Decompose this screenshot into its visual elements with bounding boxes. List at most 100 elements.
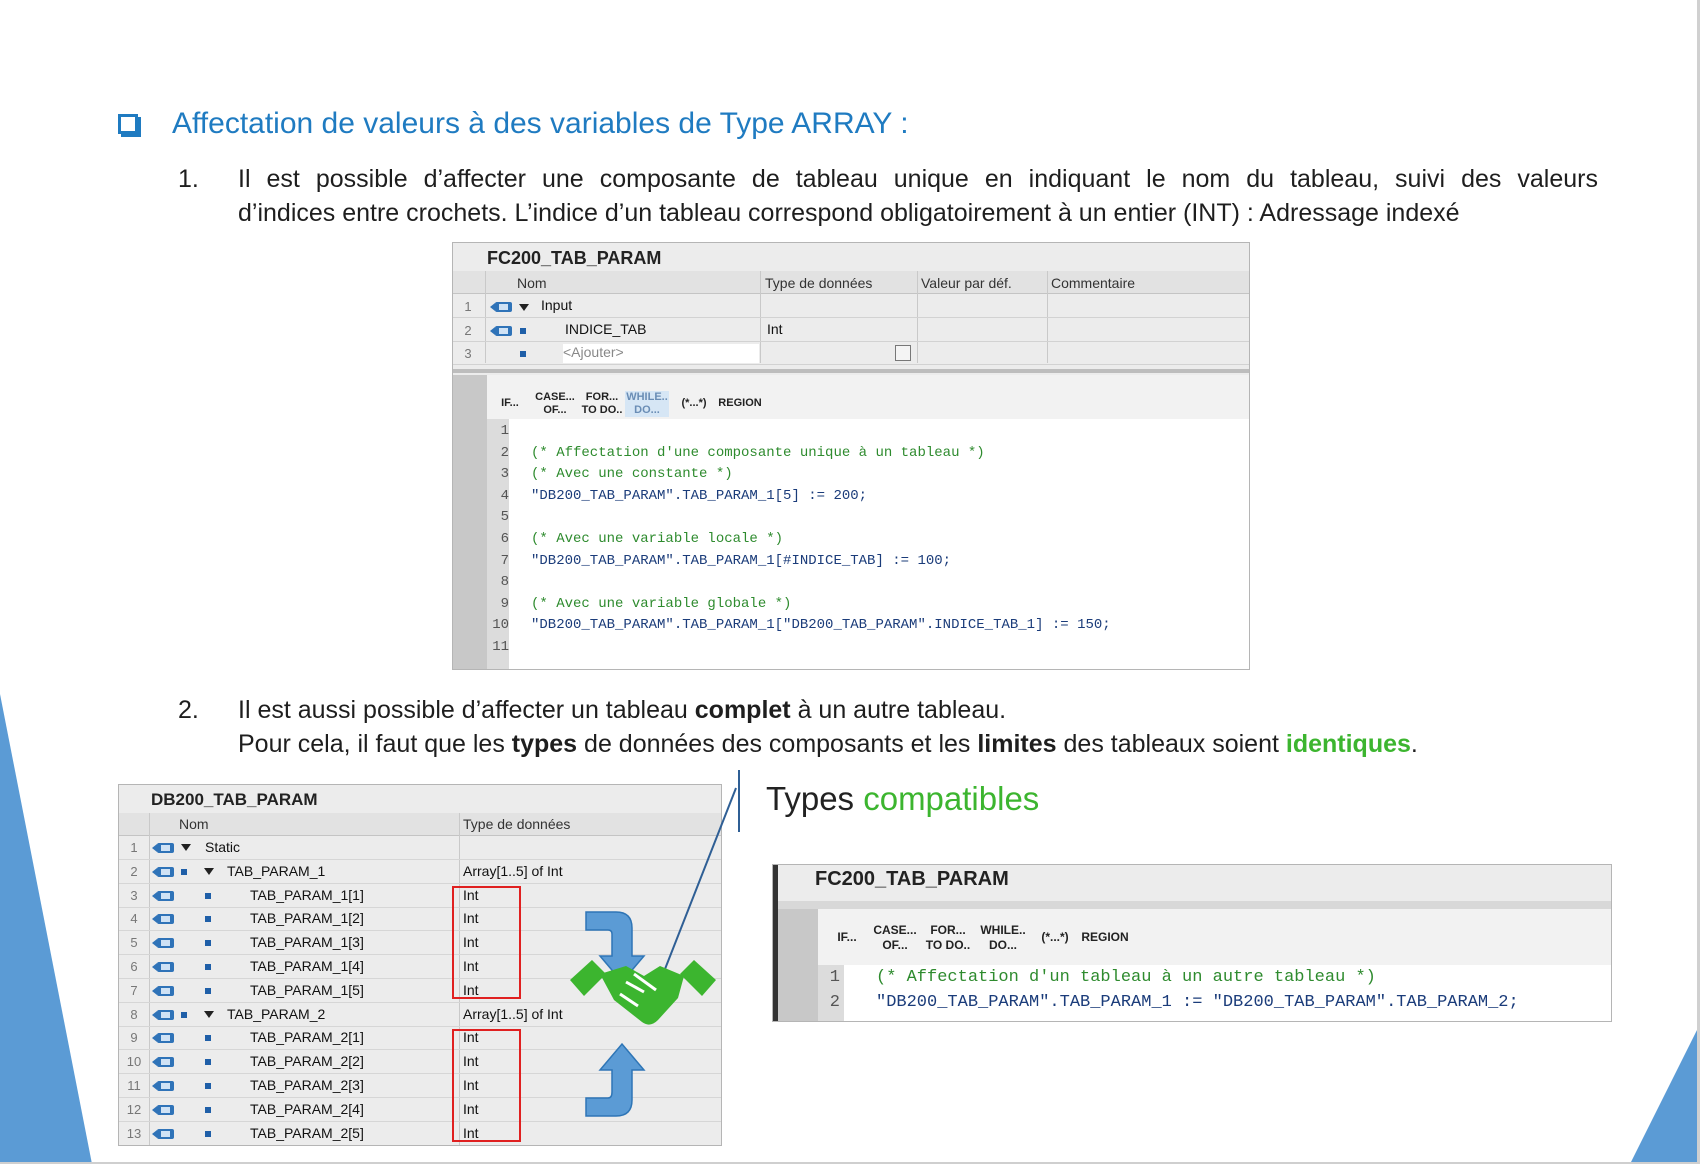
line-number: 6 <box>500 531 509 547</box>
row-number: 3 <box>130 887 138 903</box>
row-number: 2 <box>464 323 472 338</box>
if-button[interactable]: IF... <box>829 931 865 944</box>
member-square-icon <box>181 1011 187 1018</box>
for-button[interactable]: FOR... TO DO.. <box>923 923 973 953</box>
row-divider <box>453 317 1249 318</box>
highlight-box-types-1 <box>452 886 521 999</box>
row-name: TAB_PARAM_1[2] <box>250 910 364 927</box>
list-picker-icon[interactable] <box>895 345 911 361</box>
splitter[interactable] <box>453 369 1249 373</box>
static-var-icon <box>152 985 174 996</box>
collapse-arrow-icon[interactable] <box>204 867 214 875</box>
compatibles-word: compatibles <box>863 780 1040 817</box>
compatibility-graphic <box>570 770 740 1117</box>
code-line: "DB200_TAB_PARAM".TAB_PARAM_1 := "DB200_… <box>876 993 1519 1012</box>
line-number: 5 <box>500 509 509 526</box>
header-default[interactable]: Valeur par déf. <box>921 275 1012 291</box>
code-line: (* Avec une constante *) <box>531 466 733 483</box>
collapse-arrow-icon[interactable] <box>204 1010 214 1018</box>
highlight-box-types-2 <box>452 1029 521 1142</box>
static-var-icon <box>152 843 174 853</box>
checkbox-bullet-icon <box>118 114 138 134</box>
member-square-icon <box>520 351 526 357</box>
header-nom[interactable]: Nom <box>517 275 547 291</box>
member-square-icon <box>205 916 211 923</box>
line-number: 7 <box>500 552 509 569</box>
row-name: TAB_PARAM_2[3] <box>250 1077 364 1093</box>
member-square-icon <box>205 987 211 994</box>
comment-button[interactable]: (*...*) <box>675 397 713 410</box>
add-row-input[interactable]: <Ajouter> <box>563 344 759 363</box>
item2-text: de données des composants et les <box>577 730 978 758</box>
member-square-icon <box>520 328 526 334</box>
if-button[interactable]: IF... <box>493 397 527 410</box>
item2-bold-complet: complet <box>694 696 791 724</box>
line-number: 4 <box>500 487 509 504</box>
region-button[interactable]: REGION <box>1079 931 1131 944</box>
line-number: 2 <box>829 993 840 1012</box>
fc200-title: FC200_TAB_PARAM <box>487 248 662 268</box>
line-number: 8 <box>500 574 509 591</box>
row-name: Static <box>205 839 241 855</box>
item2-bold-types: types <box>511 730 578 758</box>
item2-text: Il est aussi possible d’affecter un tabl… <box>238 696 695 724</box>
static-var-icon <box>152 1128 174 1139</box>
member-square-icon <box>205 1059 211 1066</box>
header-type[interactable]: Type de données <box>463 816 570 832</box>
row-number: 8 <box>130 1006 138 1022</box>
item2-text: . <box>1410 730 1418 758</box>
header-comment[interactable]: Commentaire <box>1051 275 1135 291</box>
row-number: 2 <box>130 863 138 879</box>
row-name: TAB_PARAM_2 <box>227 1005 326 1022</box>
types-word: Types <box>766 780 864 817</box>
decorative-triangle-left <box>0 694 92 1164</box>
heading-text: Affectation de valeurs à des variables d… <box>172 107 909 140</box>
interface-var-icon <box>490 326 512 336</box>
scl-code-editor[interactable]: 1 2 (* Affectation d'une composante unique… <box>487 419 1249 669</box>
comment-button[interactable]: (*...*) <box>1035 931 1075 944</box>
row-name: TAB_PARAM_1[4] <box>250 958 364 974</box>
collapse-arrow-icon[interactable] <box>181 844 191 851</box>
member-square-icon <box>205 964 211 970</box>
member-square-icon <box>205 892 211 899</box>
row-number: 10 <box>126 1054 142 1070</box>
slide-heading: Affectation de valeurs à des variables d… <box>118 104 909 144</box>
code-line: (* Avec une variable globale *) <box>531 595 792 612</box>
member-square-icon <box>205 1130 211 1137</box>
fc200-editor-panel: FC200_TAB_PARAM Nom Type de données Vale… <box>452 242 1250 670</box>
while-button[interactable]: WHILE.. DO... <box>625 391 669 417</box>
scl-code-editor-bottom[interactable]: 1 (* Affectation d'un tableau à un autre … <box>818 965 1611 1021</box>
splitter[interactable] <box>778 901 1611 909</box>
while-button[interactable]: WHILE.. DO... <box>977 923 1029 953</box>
row-number: 5 <box>130 935 138 951</box>
static-var-icon <box>152 1081 174 1091</box>
member-square-icon <box>181 868 187 875</box>
types-compatibles-label: Types compatibles <box>766 780 1039 818</box>
static-var-icon <box>152 866 174 877</box>
member-square-icon <box>205 940 211 947</box>
row-number: 11 <box>127 1078 141 1093</box>
static-var-icon <box>152 962 174 972</box>
row-number: 4 <box>130 911 138 927</box>
row-type: Int <box>767 321 783 337</box>
row-number: 3 <box>464 346 472 361</box>
header-type[interactable]: Type de données <box>765 275 872 291</box>
decorative-triangle-right <box>1630 1024 1700 1164</box>
item2-green-identiques: identiques <box>1285 730 1411 758</box>
code-line: "DB200_TAB_PARAM".TAB_PARAM_1[5] := 200; <box>531 487 868 504</box>
line-number: 11 <box>492 639 509 655</box>
editor-gutter-left <box>453 375 487 669</box>
row-number: 1 <box>130 840 138 855</box>
region-button[interactable]: REGION <box>717 397 763 410</box>
for-button[interactable]: FOR... TO DO.. <box>581 391 623 417</box>
case-button[interactable]: CASE... OF... <box>535 391 575 417</box>
row-name: TAB_PARAM_1[3] <box>250 934 364 951</box>
static-var-icon <box>152 1009 174 1020</box>
case-button[interactable]: CASE... OF... <box>871 923 919 953</box>
collapse-arrow-icon[interactable] <box>519 304 529 311</box>
row-number: 9 <box>130 1030 138 1046</box>
handshake-icon <box>570 960 716 1025</box>
code-line: (* Affectation d'une composante unique à… <box>531 444 985 461</box>
static-var-icon <box>152 1033 174 1044</box>
header-nom[interactable]: Nom <box>179 816 209 832</box>
